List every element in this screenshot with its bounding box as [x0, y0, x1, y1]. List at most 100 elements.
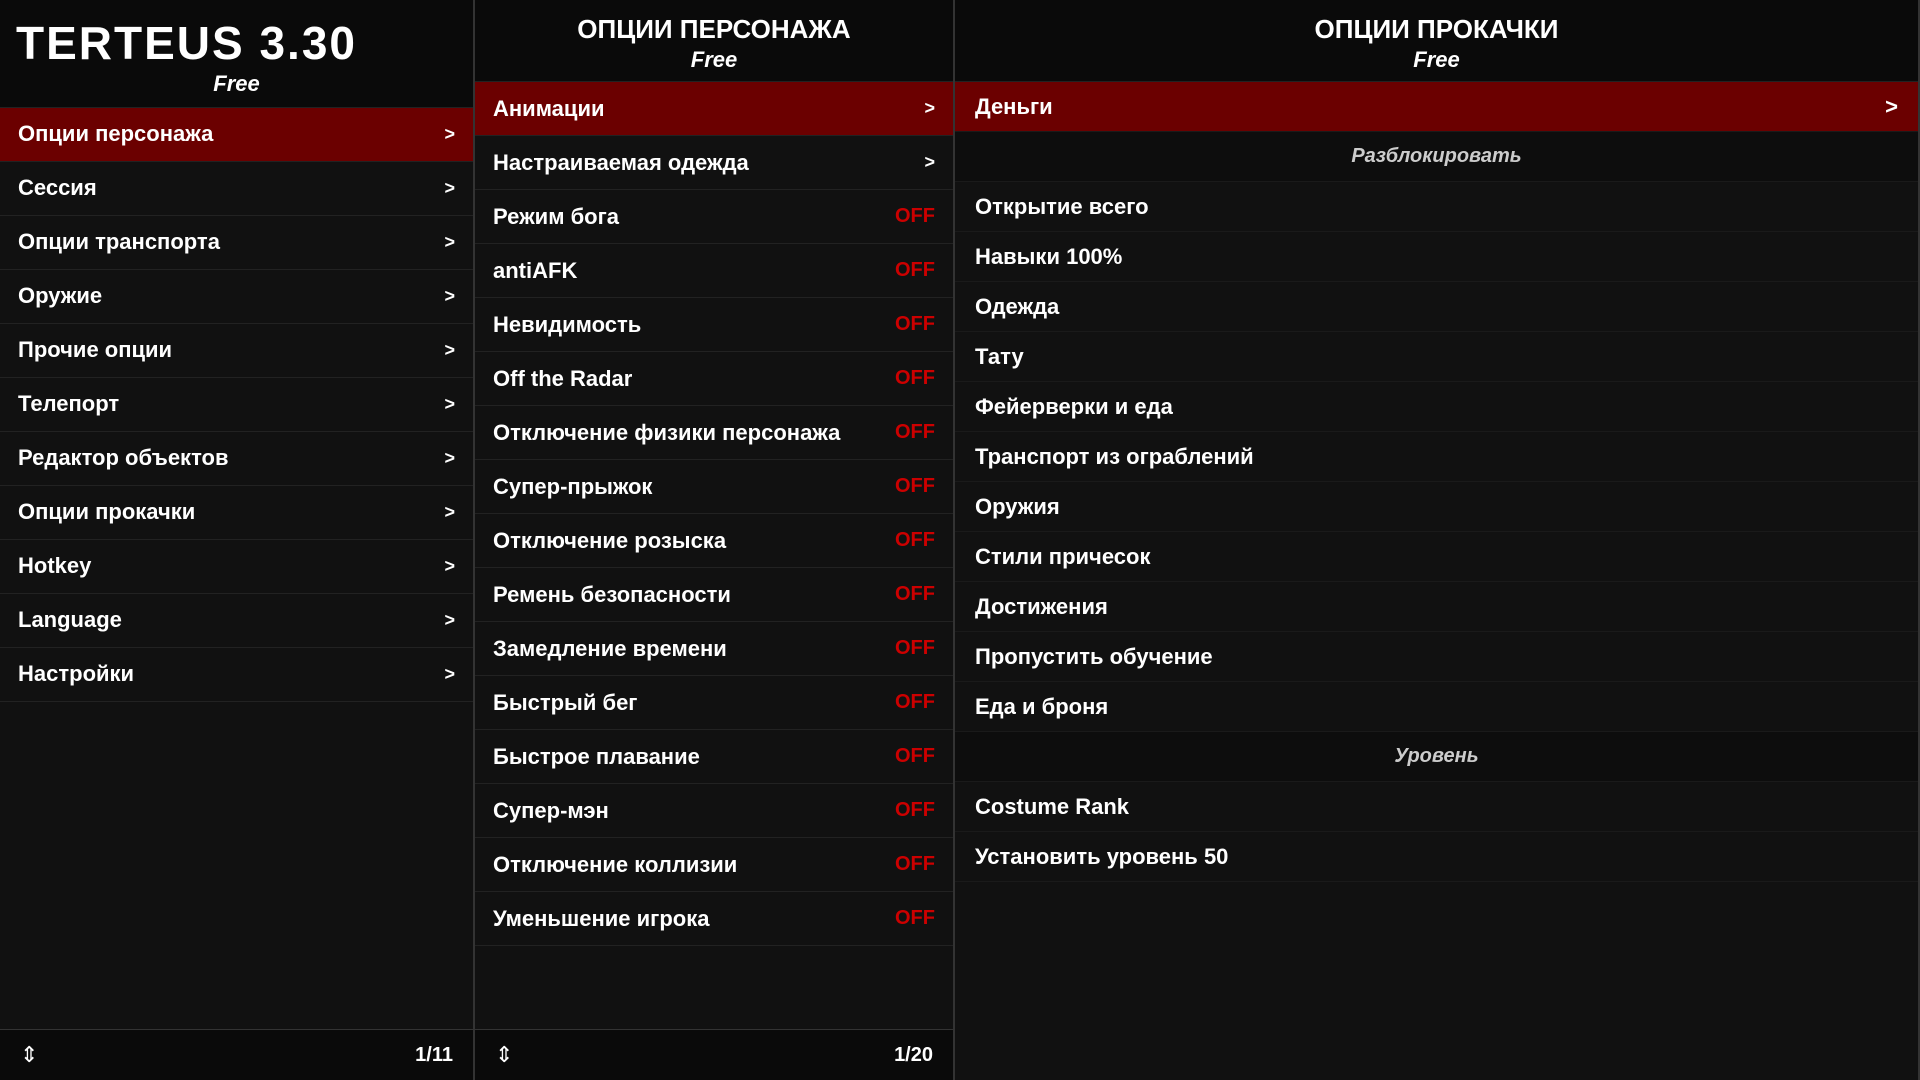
mid-item-label-11: Быстрый бег — [493, 690, 637, 716]
right-menu-item-12[interactable]: Еда и броня — [955, 682, 1918, 732]
mid-item-label-12: Быстрое плавание — [493, 744, 700, 770]
right-title: Опции прокачки — [971, 14, 1902, 45]
right-item-label-4: Одежда — [975, 294, 1059, 320]
left-item-arrow-7: > — [444, 502, 455, 523]
mid-item-status-11: OFF — [895, 691, 935, 714]
right-section-label-1: Разблокировать — [1351, 145, 1521, 168]
right-menu-item-7[interactable]: Транспорт из ограблений — [955, 432, 1918, 482]
left-free-label: Free — [16, 71, 457, 97]
right-item-label-9: Стили причесок — [975, 544, 1150, 570]
right-item-label-15: Установить уровень 50 — [975, 844, 1228, 870]
mid-menu-item-5[interactable]: Off the RadarOFF — [475, 352, 953, 406]
left-menu-item-6[interactable]: Редактор объектов > — [0, 432, 473, 486]
left-item-label-10: Настройки — [18, 661, 134, 687]
right-item-label-8: Оружия — [975, 494, 1060, 520]
right-header: Опции прокачки Free — [955, 0, 1918, 82]
right-menu-item-11[interactable]: Пропустить обучение — [955, 632, 1918, 682]
app-title: teRteus 3.30 — [16, 18, 457, 69]
left-menu-item-3[interactable]: Оружие> — [0, 270, 473, 324]
left-item-arrow-6: > — [444, 448, 455, 469]
mid-header: Опции персонажа Free — [475, 0, 953, 82]
mid-menu-item-8[interactable]: Отключение розыскаOFF — [475, 514, 953, 568]
mid-menu-item-0[interactable]: Анимации > — [475, 82, 953, 136]
mid-item-status-7: OFF — [895, 475, 935, 498]
mid-item-status-9: OFF — [895, 583, 935, 606]
left-menu-item-2[interactable]: Опции транспорта> — [0, 216, 473, 270]
right-menu-item-15[interactable]: Установить уровень 50 — [955, 832, 1918, 882]
right-menu-item-6[interactable]: Фейерверки и еда — [955, 382, 1918, 432]
left-nav-arrows[interactable]: ⇕ — [20, 1042, 38, 1068]
left-menu-item-7[interactable]: Опции прокачки> — [0, 486, 473, 540]
mid-menu-item-9[interactable]: Ремень безопасности OFF — [475, 568, 953, 622]
mid-menu-item-7[interactable]: Супер-прыжокOFF — [475, 460, 953, 514]
right-section-label-13: Уровень — [1394, 745, 1478, 768]
left-item-label-0: Опции персонажа — [18, 121, 213, 147]
right-menu-item-2[interactable]: Открытие всего — [955, 182, 1918, 232]
left-menu-item-10[interactable]: Настройки > — [0, 648, 473, 702]
mid-item-status-4: OFF — [895, 313, 935, 336]
left-menu-item-1[interactable]: Сессия > — [0, 162, 473, 216]
left-item-label-6: Редактор объектов — [18, 445, 229, 471]
right-item-label-7: Транспорт из ограблений — [975, 444, 1254, 470]
left-item-arrow-5: > — [444, 394, 455, 415]
mid-menu-item-6[interactable]: Отключение физики персонажаOFF — [475, 406, 953, 460]
mid-menu-item-15[interactable]: Уменьшение игрокаOFF — [475, 892, 953, 946]
right-item-label-14: Costume Rank — [975, 794, 1129, 820]
mid-item-status-13: OFF — [895, 799, 935, 822]
right-item-arrow-0: > — [1885, 94, 1898, 120]
right-menu-item-5[interactable]: Тату — [955, 332, 1918, 382]
mid-item-label-8: Отключение розыска — [493, 528, 726, 554]
mid-item-label-9: Ремень безопасности — [493, 582, 731, 608]
right-menu-item-0[interactable]: Деньги> — [955, 82, 1918, 132]
left-item-label-4: Прочие опции — [18, 337, 172, 363]
right-item-list: Деньги> Разблокировать Открытие всего Навык… — [955, 82, 1918, 1080]
mid-menu-item-4[interactable]: Невидимость OFF — [475, 298, 953, 352]
mid-item-arrow-0: > — [924, 98, 935, 119]
mid-menu-item-2[interactable]: Режим богаOFF — [475, 190, 953, 244]
mid-title: Опции персонажа — [491, 14, 937, 45]
mid-item-status-12: OFF — [895, 745, 935, 768]
mid-page-indicator: 1/20 — [894, 1044, 933, 1067]
mid-menu-item-13[interactable]: Супер-мэн OFF — [475, 784, 953, 838]
left-menu-item-5[interactable]: Телепорт > — [0, 378, 473, 432]
left-item-label-5: Телепорт — [18, 391, 119, 417]
left-item-arrow-10: > — [444, 664, 455, 685]
mid-menu-item-1[interactable]: Настраиваемая одежда> — [475, 136, 953, 190]
mid-item-status-14: OFF — [895, 853, 935, 876]
mid-item-label-6: Отключение физики персонажа — [493, 420, 840, 446]
mid-menu-item-10[interactable]: Замедление времениOFF — [475, 622, 953, 676]
right-menu-item-4[interactable]: Одежда — [955, 282, 1918, 332]
mid-menu-item-11[interactable]: Быстрый бег OFF — [475, 676, 953, 730]
right-menu-item-9[interactable]: Стили причесок — [955, 532, 1918, 582]
left-menu-item-4[interactable]: Прочие опции > — [0, 324, 473, 378]
right-menu-item-3[interactable]: Навыки 100% — [955, 232, 1918, 282]
right-item-label-2: Открытие всего — [975, 194, 1149, 220]
left-item-arrow-1: > — [444, 178, 455, 199]
left-item-arrow-9: > — [444, 610, 455, 631]
mid-nav-arrows[interactable]: ⇕ — [495, 1042, 513, 1068]
mid-item-label-0: Анимации — [493, 96, 605, 122]
mid-menu-item-14[interactable]: Отключение коллизииOFF — [475, 838, 953, 892]
mid-item-label-15: Уменьшение игрока — [493, 906, 709, 932]
left-item-arrow-2: > — [444, 232, 455, 253]
mid-menu-item-12[interactable]: Быстрое плавание OFF — [475, 730, 953, 784]
mid-item-label-5: Off the Radar — [493, 366, 632, 392]
right-menu-item-14[interactable]: Costume Rank — [955, 782, 1918, 832]
right-menu-item-10[interactable]: Достижения — [955, 582, 1918, 632]
left-item-arrow-0: > — [444, 124, 455, 145]
left-menu-item-9[interactable]: Language> — [0, 594, 473, 648]
mid-item-label-13: Супер-мэн — [493, 798, 609, 824]
mid-item-label-2: Режим бога — [493, 204, 619, 230]
left-menu-item-0[interactable]: Опции персонажа > — [0, 108, 473, 162]
left-item-arrow-4: > — [444, 340, 455, 361]
mid-menu-item-3[interactable]: antiAFKOFF — [475, 244, 953, 298]
mid-free-label: Free — [491, 47, 937, 73]
mid-item-label-4: Невидимость — [493, 312, 641, 338]
mid-item-label-10: Замедление времени — [493, 636, 727, 662]
left-item-label-1: Сессия — [18, 175, 97, 201]
left-item-arrow-8: > — [444, 556, 455, 577]
right-item-label-12: Еда и броня — [975, 694, 1108, 720]
left-menu-item-8[interactable]: Hotkey> — [0, 540, 473, 594]
right-menu-item-8[interactable]: Оружия — [955, 482, 1918, 532]
right-item-label-5: Тату — [975, 344, 1024, 370]
